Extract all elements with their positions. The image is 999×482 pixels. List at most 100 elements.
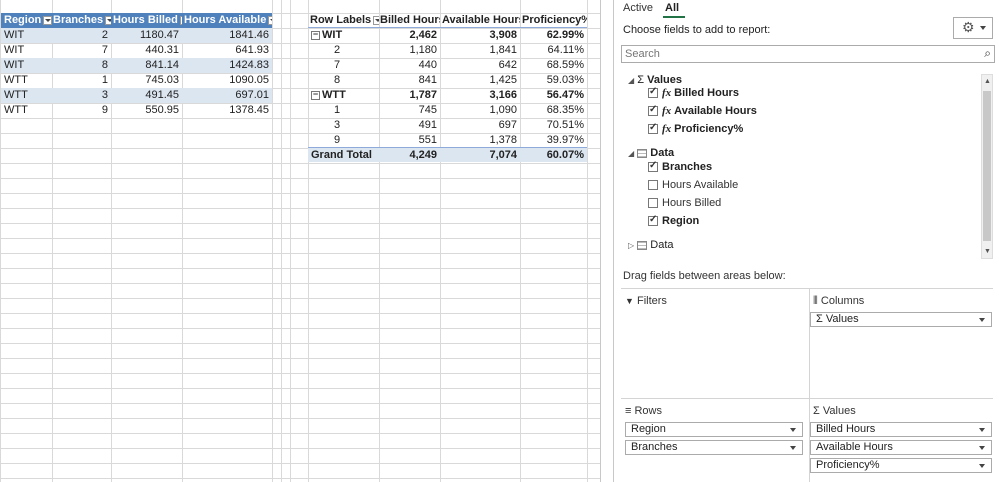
- pivot-billed-cell[interactable]: 1,180: [379, 43, 440, 58]
- filter-dropdown-icon[interactable]: [268, 15, 272, 25]
- pivot-header-billed[interactable]: Billed Hours: [379, 13, 440, 28]
- table-cell[interactable]: 2: [52, 28, 111, 43]
- table-cell[interactable]: 745.03: [111, 73, 182, 88]
- chevron-down-icon[interactable]: [979, 428, 985, 432]
- pivot-row-label[interactable]: 9: [308, 133, 379, 148]
- pivot-billed-cell[interactable]: 440: [379, 58, 440, 73]
- table-cell[interactable]: 841.14: [111, 58, 182, 73]
- values-field[interactable]: fxBilled Hours: [648, 86, 739, 99]
- pivot-proficiency-cell[interactable]: 56.47%: [520, 88, 587, 103]
- table-cell[interactable]: 1378.45: [182, 103, 272, 118]
- table-cell[interactable]: 9: [52, 103, 111, 118]
- scroll-down-icon[interactable]: ▼: [984, 248, 991, 255]
- collapse-minus-icon[interactable]: −: [311, 29, 320, 40]
- pivot-available-cell[interactable]: 1,378: [440, 133, 520, 148]
- pivot-billed-cell[interactable]: 745: [379, 103, 440, 118]
- chevron-down-icon[interactable]: [790, 428, 796, 432]
- table-cell[interactable]: 641.93: [182, 43, 272, 58]
- checkbox[interactable]: [648, 214, 658, 227]
- pivot-row-label[interactable]: 7: [308, 58, 379, 73]
- checkbox[interactable]: [648, 198, 658, 209]
- pivot-billed-cell[interactable]: 841: [379, 73, 440, 88]
- values-group[interactable]: ◢ Σ Values: [628, 74, 682, 86]
- chevron-down-icon[interactable]: [979, 464, 985, 468]
- pivot-proficiency-cell[interactable]: 64.11%: [520, 43, 587, 58]
- data-field[interactable]: Branches: [648, 160, 712, 173]
- tab-all[interactable]: All: [665, 2, 679, 14]
- pivot-available-cell[interactable]: 3,166: [440, 88, 520, 103]
- chevron-down-icon[interactable]: [979, 446, 985, 450]
- header-hours-billed[interactable]: Hours Billed: [111, 13, 182, 28]
- chevron-down-icon[interactable]: [790, 446, 796, 450]
- values-item[interactable]: Proficiency%: [810, 458, 992, 473]
- pivot-available-cell[interactable]: 642: [440, 58, 520, 73]
- pivot-header-row-labels[interactable]: Row Labels: [308, 13, 379, 28]
- pivot-row-label[interactable]: 1: [308, 103, 379, 118]
- pivot-billed-cell[interactable]: 2,462: [379, 28, 440, 43]
- chevron-down-icon[interactable]: [979, 318, 985, 322]
- table-cell[interactable]: WTT: [1, 73, 52, 88]
- pivot-total-available[interactable]: 7,074: [440, 147, 520, 162]
- checkbox[interactable]: [648, 122, 658, 135]
- table-cell[interactable]: 697.01: [182, 88, 272, 103]
- pivot-total-billed[interactable]: 4,249: [379, 147, 440, 162]
- pivot-row-label[interactable]: − WIT: [308, 28, 379, 43]
- field-tree-scrollbar[interactable]: ▲ ▼: [981, 74, 993, 259]
- pivot-available-cell[interactable]: 1,841: [440, 43, 520, 58]
- search-box[interactable]: ⌕: [621, 45, 995, 63]
- filter-dropdown-icon[interactable]: [43, 15, 52, 25]
- header-region[interactable]: Region: [1, 13, 52, 28]
- table-cell[interactable]: 3: [52, 88, 111, 103]
- pivot-available-cell[interactable]: 1,090: [440, 103, 520, 118]
- pivot-row-label[interactable]: − WTT: [308, 88, 379, 103]
- pivot-total-proficiency[interactable]: 60.07%: [520, 147, 587, 162]
- checkbox[interactable]: [648, 160, 658, 173]
- table-cell[interactable]: 1180.47: [111, 28, 182, 43]
- table-cell[interactable]: 1841.46: [182, 28, 272, 43]
- pivot-row-label[interactable]: 2: [308, 43, 379, 58]
- table-cell[interactable]: 1090.05: [182, 73, 272, 88]
- pivot-proficiency-cell[interactable]: 70.51%: [520, 118, 587, 133]
- data-group[interactable]: ◢ Data: [628, 147, 674, 159]
- table-cell[interactable]: WIT: [1, 43, 52, 58]
- table-cell[interactable]: 7: [52, 43, 111, 58]
- table-cell[interactable]: 1: [52, 73, 111, 88]
- table-cell[interactable]: WIT: [1, 28, 52, 43]
- pivot-header-available[interactable]: Available Hours: [440, 13, 520, 28]
- data-field[interactable]: Hours Billed: [648, 197, 721, 209]
- pivot-billed-cell[interactable]: 491: [379, 118, 440, 133]
- header-hours-available[interactable]: Hours Available: [182, 13, 272, 28]
- pivot-billed-cell[interactable]: 551: [379, 133, 440, 148]
- pivot-proficiency-cell[interactable]: 68.59%: [520, 58, 587, 73]
- settings-button[interactable]: ⚙: [953, 17, 993, 39]
- values-item[interactable]: Billed Hours: [810, 422, 992, 437]
- table-cell[interactable]: WTT: [1, 88, 52, 103]
- scroll-up-icon[interactable]: ▲: [984, 78, 991, 85]
- pivot-total-label[interactable]: Grand Total: [308, 147, 379, 162]
- values-item[interactable]: Available Hours: [810, 440, 992, 455]
- pivot-proficiency-cell[interactable]: 59.03%: [520, 73, 587, 88]
- spreadsheet-grid[interactable]: Region Branches Hours Billed Hours Avail…: [0, 0, 600, 482]
- pivot-available-cell[interactable]: 3,908: [440, 28, 520, 43]
- search-input[interactable]: [622, 46, 958, 62]
- data-group-collapsed[interactable]: ▷ Data: [628, 239, 674, 251]
- checkbox[interactable]: [648, 104, 658, 117]
- pivot-proficiency-cell[interactable]: 62.99%: [520, 28, 587, 43]
- table-cell[interactable]: 440.31: [111, 43, 182, 58]
- values-field[interactable]: fxProficiency%: [648, 122, 743, 135]
- pivot-row-label[interactable]: 8: [308, 73, 379, 88]
- pivot-billed-cell[interactable]: 1,787: [379, 88, 440, 103]
- table-cell[interactable]: 491.45: [111, 88, 182, 103]
- table-cell[interactable]: 1424.83: [182, 58, 272, 73]
- pivot-available-cell[interactable]: 697: [440, 118, 520, 133]
- columns-item[interactable]: Σ Values: [810, 312, 992, 327]
- scrollbar-thumb[interactable]: [983, 91, 991, 241]
- pivot-available-cell[interactable]: 1,425: [440, 73, 520, 88]
- panel-splitter[interactable]: [600, 0, 614, 482]
- pivot-proficiency-cell[interactable]: 68.35%: [520, 103, 587, 118]
- data-field[interactable]: Hours Available: [648, 179, 738, 191]
- table-cell[interactable]: 8: [52, 58, 111, 73]
- table-cell[interactable]: WTT: [1, 103, 52, 118]
- table-cell[interactable]: WIT: [1, 58, 52, 73]
- checkbox[interactable]: [648, 180, 658, 191]
